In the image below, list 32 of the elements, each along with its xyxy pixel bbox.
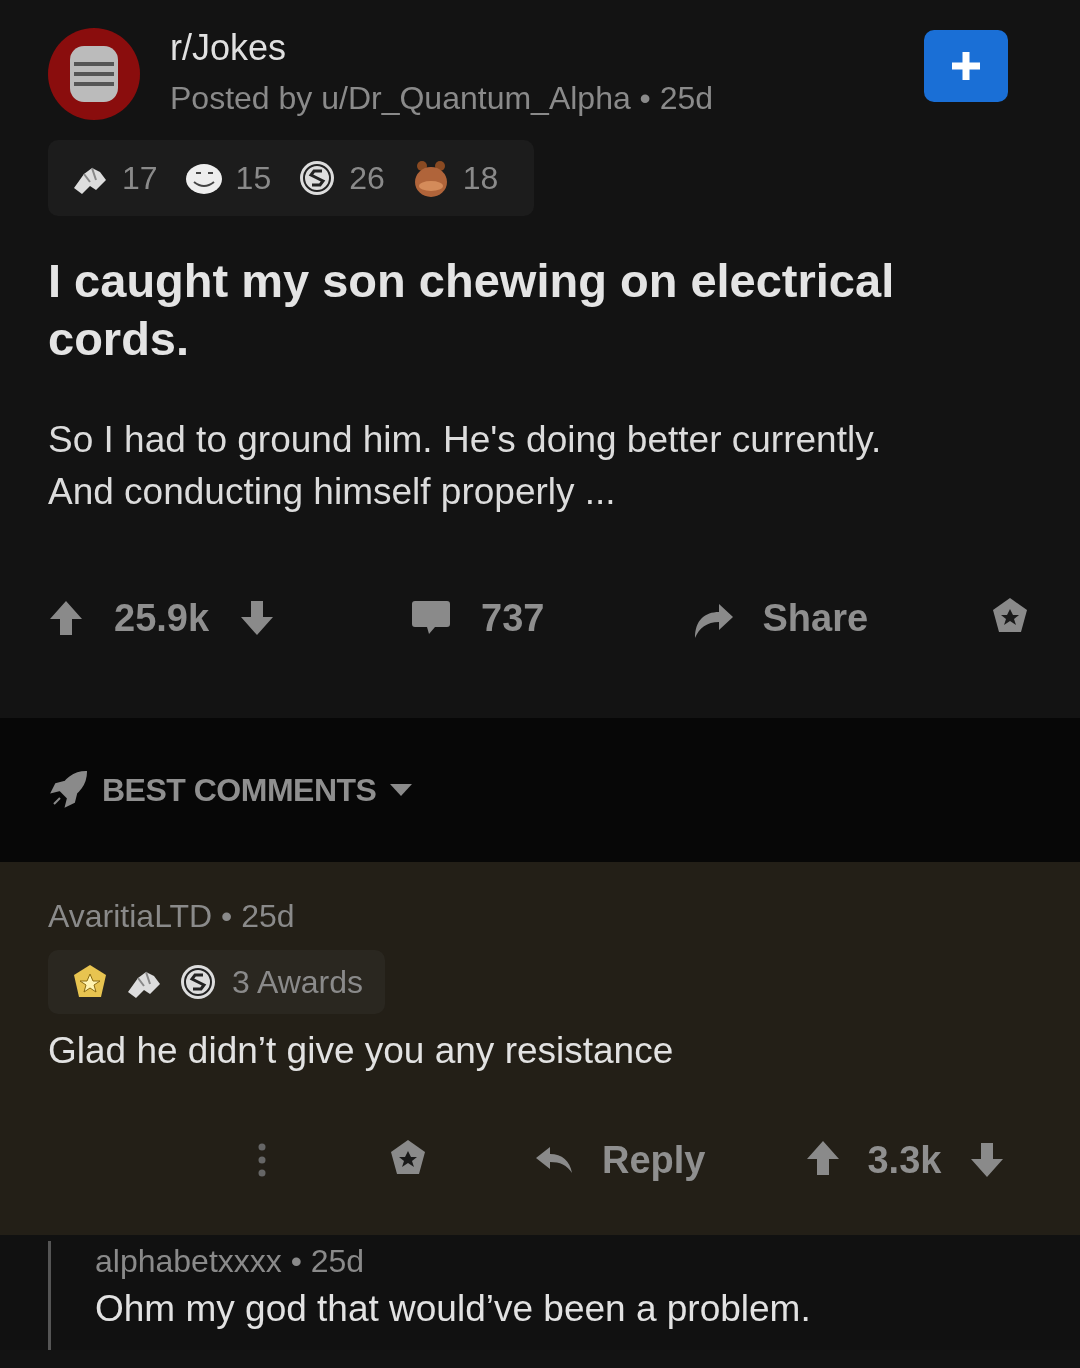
post-body-line: And conducting himself properly ...: [48, 470, 617, 514]
upvote-icon[interactable]: [805, 1139, 842, 1177]
reply-icon[interactable]: [534, 1145, 574, 1175]
downvote-icon[interactable]: [969, 1141, 1006, 1179]
upvote-icon[interactable]: [48, 599, 84, 637]
downvote-icon[interactable]: [239, 599, 276, 637]
award-count: 15: [235, 159, 272, 197]
comment-text: Glad he didn’t give you any resistance: [48, 1029, 675, 1073]
coin-icon: [178, 962, 218, 1002]
post-title: I caught my son chewing on electrical cords.: [48, 253, 896, 367]
post-score: 25.9k: [114, 596, 210, 640]
comment-count: 737: [481, 596, 545, 640]
sort-dropdown[interactable]: BEST COMMENTS: [102, 771, 377, 809]
rocket-icon: [48, 770, 88, 810]
award-count: 26: [349, 159, 385, 197]
more-options-icon[interactable]: [258, 1143, 266, 1177]
award-count: 18: [462, 159, 499, 197]
awards-label: 3 Awards: [232, 963, 364, 1001]
reply-button[interactable]: Reply: [602, 1138, 706, 1182]
join-button[interactable]: [924, 30, 1008, 102]
post-meta: Posted by u/Dr_Quantum_Alpha • 25d: [170, 79, 714, 118]
post-body-line: So I had to ground him. He's doing better currently.: [48, 418, 883, 462]
comment-score: 3.3k: [867, 1138, 942, 1182]
caret-icon[interactable]: [390, 784, 413, 796]
plus-icon: [949, 49, 983, 83]
award-count: 17: [122, 159, 158, 197]
subreddit-name[interactable]: r/Jokes: [170, 28, 714, 68]
share-button[interactable]: Share: [762, 596, 869, 640]
reply-author[interactable]: alphabetxxxx • 25d: [95, 1241, 1080, 1281]
reply-text: Ohm my god that would’ve been a problem.: [95, 1287, 812, 1331]
subreddit-avatar-icon[interactable]: [48, 28, 140, 120]
comment-author[interactable]: AvaritiaLTD • 25d: [48, 896, 1032, 936]
